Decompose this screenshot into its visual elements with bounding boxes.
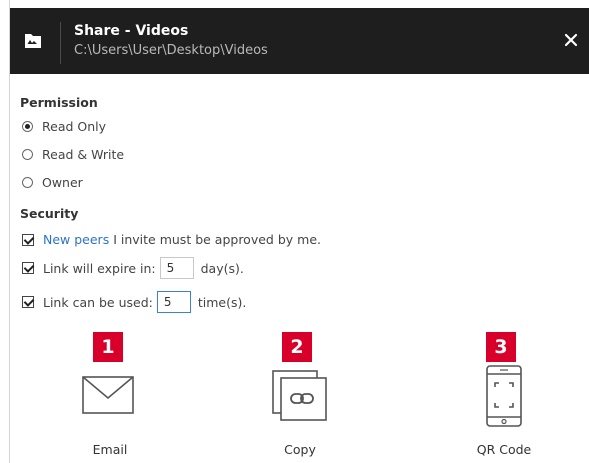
radio-label: Owner [42,175,83,190]
expire-checkbox[interactable] [22,262,34,274]
expire-label: Link will expire in: [43,260,156,276]
radio-read-only[interactable]: Read Only [22,119,106,134]
copy-link-icon [272,370,327,421]
badge-2: 2 [282,332,312,362]
radio-owner[interactable]: Owner [22,175,83,190]
uses-checkbox[interactable] [22,296,34,308]
radio-label: Read & Write [42,147,125,162]
window-title: Share - Videos [74,23,189,39]
copy-option[interactable]: 2 Copy [250,332,350,463]
qr-code-label: QR Code [476,442,532,457]
uses-count-input[interactable] [156,291,191,313]
permission-heading: Permission [20,95,98,110]
security-heading: Security [20,206,79,221]
share-dialog: Share - Videos C:\Users\User\Desktop\Vid… [9,0,589,463]
qr-code-option[interactable]: 3 QR Code [454,332,554,463]
folder-icon [25,34,41,48]
radio-label: Read Only [42,119,107,134]
approve-label: I invite must be approved by me. [113,232,321,247]
title-divider [60,22,61,64]
expire-unit: day(s). [200,260,244,276]
radio-read-write[interactable]: Read & Write [22,147,124,162]
email-label: Email [92,442,128,457]
title-bar: Share - Videos C:\Users\User\Desktop\Vid… [10,8,589,74]
copy-label: Copy [284,442,316,457]
uses-unit: time(s). [197,294,247,310]
envelope-icon [82,376,134,414]
approve-peers-row: New peers I invite must be approved by m… [22,232,321,247]
badge-1: 1 [93,332,123,362]
qr-phone-icon [486,365,522,427]
folder-path: C:\Users\User\Desktop\Videos [74,43,268,58]
approve-checkbox[interactable] [22,233,34,246]
new-peers-link[interactable]: New peers [43,232,109,247]
expire-days-input[interactable] [159,257,194,279]
radio-button[interactable] [22,121,33,132]
expire-row: Link will expire in: day(s). [22,257,244,279]
uses-row: Link can be used: time(s). [22,291,246,313]
email-option[interactable]: 1 Email [60,332,160,463]
badge-3: 3 [486,332,516,362]
uses-label: Link can be used: [43,294,153,310]
radio-button[interactable] [22,177,33,188]
close-icon[interactable] [560,29,582,51]
radio-button[interactable] [22,149,33,160]
